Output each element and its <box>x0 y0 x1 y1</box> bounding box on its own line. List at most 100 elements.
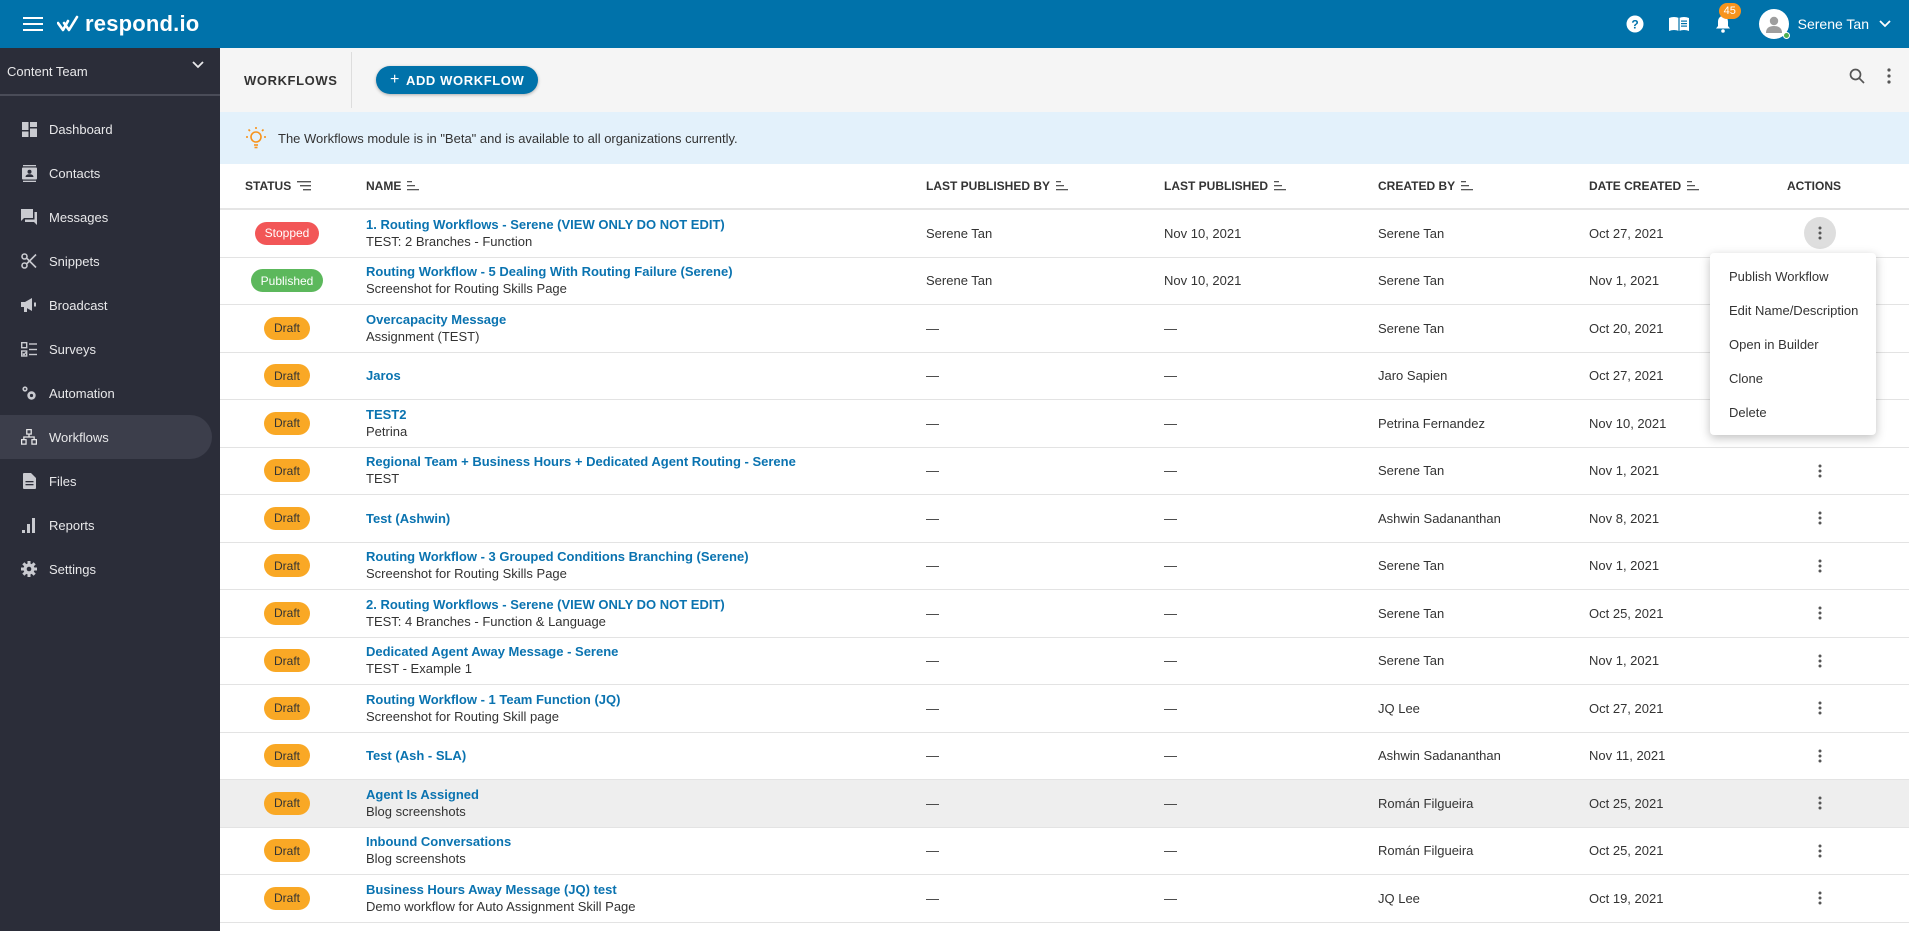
sort-icon[interactable] <box>1461 181 1474 191</box>
row-actions-kebab-icon[interactable] <box>1804 217 1836 250</box>
actions-cell <box>1787 787 1909 819</box>
workflow-name-link[interactable]: Inbound Conversations <box>366 833 926 850</box>
table-row[interactable]: Draft Business Hours Away Message (JQ) te… <box>220 875 1909 923</box>
row-actions-kebab-icon[interactable] <box>1804 502 1836 534</box>
sort-icon[interactable] <box>407 181 420 191</box>
table-row[interactable]: Draft Agent Is Assigned Blog screenshots — —… <box>220 780 1909 828</box>
table-row[interactable]: Draft Inbound Conversations Blog screensho… <box>220 828 1909 875</box>
date-created-cell: Nov 1, 2021 <box>1589 653 1660 669</box>
table-row[interactable]: Draft Routing Workflow - 1 Team Function … <box>220 685 1909 733</box>
row-actions-kebab-icon[interactable] <box>1804 455 1836 487</box>
sidebar-item-broadcast[interactable]: Broadcast <box>0 283 212 327</box>
sidebar-item-surveys[interactable]: Surveys <box>0 327 212 371</box>
row-actions-kebab-icon[interactable] <box>1804 645 1836 677</box>
table-row[interactable]: Draft Routing Workflow - 3 Grouped Condit… <box>220 543 1909 590</box>
sidebar-item-settings[interactable]: Settings <box>0 547 212 591</box>
table-body: Stopped 1. Routing Workflows - Serene (VI… <box>220 210 1909 923</box>
sidebar-item-snippets[interactable]: Snippets <box>0 239 212 283</box>
table-row[interactable]: Draft TEST2 Petrina — — Petrina Fernandez Nov … <box>220 400 1909 448</box>
table-row[interactable]: Draft Overcapacity Message Assignment (TES… <box>220 305 1909 353</box>
team-selector[interactable]: Content Team <box>0 48 220 96</box>
workflow-name-link[interactable]: Routing Workflow - 1 Team Function (JQ) <box>366 691 926 708</box>
row-actions-kebab-icon[interactable] <box>1804 835 1836 867</box>
sidebar-item-dashboard[interactable]: Dashboard <box>0 107 212 151</box>
add-workflow-button[interactable]: + ADD WORKFLOW <box>376 66 539 94</box>
workflow-name-link[interactable]: 1. Routing Workflows - Serene (VIEW ONLY… <box>366 216 926 233</box>
last-published-by-cell: — <box>926 605 939 621</box>
sort-icon[interactable] <box>1687 181 1700 191</box>
workflow-name-link[interactable]: Routing Workflow - 5 Dealing With Routin… <box>366 263 926 280</box>
notifications-bell-icon[interactable]: 45 <box>1711 3 1741 36</box>
more-options-icon[interactable] <box>1887 68 1891 84</box>
workflow-name-link[interactable]: Test (Ash - SLA) <box>366 747 926 764</box>
table-row[interactable]: Draft Dedicated Agent Away Message - Sere… <box>220 638 1909 685</box>
header-last-published-by[interactable]: LAST PUBLISHED BY <box>926 179 1164 193</box>
status-badge: Draft <box>263 649 310 673</box>
header-created-by[interactable]: CREATED BY <box>1378 179 1589 193</box>
row-actions-kebab-icon[interactable] <box>1804 787 1836 819</box>
sort-icon[interactable] <box>1274 181 1287 191</box>
sidebar-item-messages[interactable]: Messages <box>0 195 212 239</box>
workflow-name-link[interactable]: Test (Ashwin) <box>366 510 926 527</box>
workflow-name-link[interactable]: TEST2 <box>366 406 926 423</box>
knowledge-book-icon[interactable] <box>1667 12 1691 36</box>
chevron-down-icon[interactable] <box>1879 20 1891 28</box>
workflow-name-link[interactable]: 2. Routing Workflows - Serene (VIEW ONLY… <box>366 596 926 613</box>
sidebar-item-files[interactable]: Files <box>0 459 212 503</box>
table-row[interactable]: Published Routing Workflow - 5 Dealing Wi… <box>220 258 1909 305</box>
workflow-name-link[interactable]: Overcapacity Message <box>366 311 926 328</box>
name-cell: 2. Routing Workflows - Serene (VIEW ONLY… <box>366 596 926 631</box>
sidebar-item-contacts[interactable]: Contacts <box>0 151 212 195</box>
header-last-published[interactable]: LAST PUBLISHED <box>1164 179 1378 193</box>
row-actions-kebab-icon[interactable] <box>1804 550 1836 582</box>
table-row[interactable]: Stopped 1. Routing Workflows - Serene (VI… <box>220 210 1909 258</box>
workflow-name-link[interactable]: Routing Workflow - 3 Grouped Conditions … <box>366 548 926 565</box>
workflow-name-link[interactable]: Agent Is Assigned <box>366 786 926 803</box>
row-actions-kebab-icon[interactable] <box>1804 597 1836 629</box>
table-row[interactable]: Draft Test (Ashwin) — — Ashwin Sadananthan No… <box>220 495 1909 543</box>
last-published-by-cell: — <box>926 415 939 431</box>
workflow-name-link[interactable]: Regional Team + Business Hours + Dedicat… <box>366 453 926 470</box>
workflow-name-link[interactable]: Jaros <box>366 367 926 384</box>
online-status-dot <box>1782 32 1790 39</box>
date-created-cell: Oct 25, 2021 <box>1589 795 1664 811</box>
menu-item-publish-workflow[interactable]: Publish Workflow <box>1710 259 1876 293</box>
sidebar-item-workflows[interactable]: Workflows <box>0 415 212 459</box>
row-actions-kebab-icon[interactable] <box>1804 692 1836 724</box>
menu-item-open-in-builder[interactable]: Open in Builder <box>1710 327 1876 361</box>
workflow-name-link[interactable]: Dedicated Agent Away Message - Serene <box>366 643 926 660</box>
header-date-created[interactable]: DATE CREATED <box>1589 179 1787 193</box>
created-by-cell: Serene Tan <box>1378 653 1445 669</box>
header-status[interactable]: STATUS <box>220 179 366 193</box>
hamburger-menu-icon[interactable] <box>23 17 43 31</box>
table-row[interactable]: Draft 2. Routing Workflows - Serene (VIEW… <box>220 590 1909 638</box>
sort-icon[interactable] <box>1056 181 1069 191</box>
workflow-description: TEST - Example 1 <box>366 661 472 677</box>
last-published-cell: — <box>1164 320 1177 336</box>
last-published-by-cell: — <box>926 890 939 906</box>
workflow-name-link[interactable]: Business Hours Away Message (JQ) test <box>366 881 926 898</box>
last-published-by-cell: — <box>926 368 939 384</box>
menu-item-delete[interactable]: Delete <box>1710 395 1876 429</box>
filter-icon[interactable] <box>297 181 312 191</box>
sidebar-item-reports[interactable]: Reports <box>0 503 212 547</box>
status-cell: Draft <box>220 411 342 435</box>
workflow-description: Screenshot for Routing Skill page <box>366 708 559 724</box>
row-actions-kebab-icon[interactable] <box>1804 882 1836 914</box>
logo[interactable]: respond.io <box>57 11 199 37</box>
table-row[interactable]: Draft Test (Ash - SLA) — — Ashwin Sadanantha… <box>220 733 1909 780</box>
table-row[interactable]: Draft Regional Team + Business Hours + De… <box>220 448 1909 495</box>
avatar[interactable] <box>1758 9 1790 39</box>
help-icon[interactable]: ? <box>1623 12 1647 36</box>
user-name[interactable]: Serene Tan <box>1798 16 1869 32</box>
menu-item-clone[interactable]: Clone <box>1710 361 1876 395</box>
name-cell: Routing Workflow - 1 Team Function (JQ) S… <box>366 691 926 726</box>
created-by-cell: Serene Tan <box>1378 558 1445 574</box>
last-published-cell: — <box>1164 510 1177 526</box>
row-actions-kebab-icon[interactable] <box>1804 740 1836 772</box>
search-icon[interactable] <box>1849 68 1865 84</box>
header-name[interactable]: NAME <box>366 179 926 193</box>
menu-item-edit-name-description[interactable]: Edit Name/Description <box>1710 293 1876 327</box>
table-row[interactable]: Draft Jaros — — Jaro Sapien Oct 27, 2021 <box>220 353 1909 400</box>
sidebar-item-automation[interactable]: Automation <box>0 371 212 415</box>
